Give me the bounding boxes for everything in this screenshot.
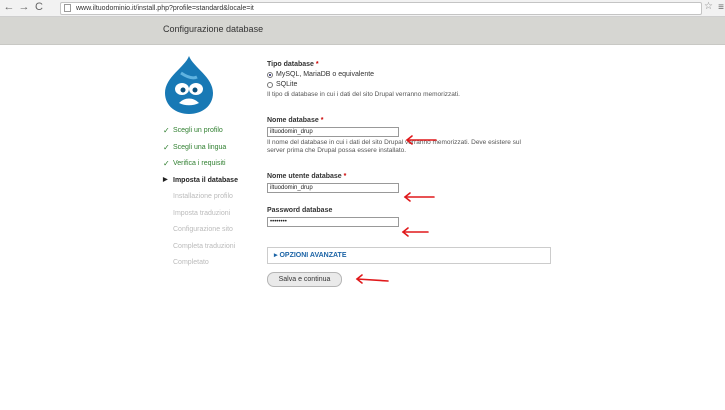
annotation-arrow-icon xyxy=(405,135,437,145)
annotation-arrow-icon xyxy=(355,274,389,284)
annotation-arrow-icon xyxy=(401,227,429,237)
annotation-layer xyxy=(355,135,437,284)
annotation-arrow-icon xyxy=(403,192,435,202)
